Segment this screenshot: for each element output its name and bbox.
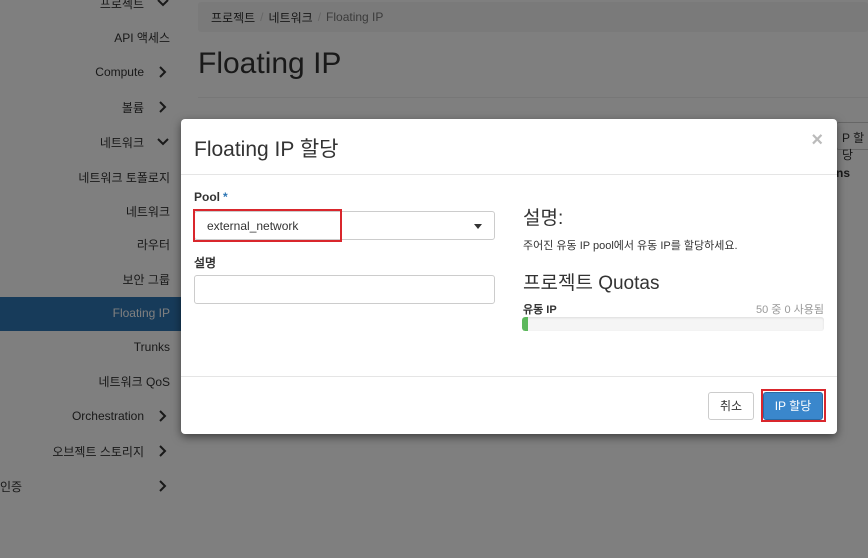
caret-down-icon — [474, 224, 482, 229]
pool-label-text: Pool — [194, 190, 220, 204]
help-heading: 설명: — [523, 208, 564, 229]
pool-highlight-box — [193, 209, 342, 242]
quota-heading: 프로젝트 Quotas — [523, 273, 660, 294]
help-text: 주어진 유동 IP pool에서 유동 IP를 할당하세요. — [523, 240, 738, 252]
allocate-floating-ip-dialog: Floating IP 할당 × Pool * external_network … — [181, 119, 837, 434]
quota-count: 50 중 0 사용됨 — [755, 304, 824, 316]
close-icon[interactable]: × — [811, 129, 823, 152]
pool-label: Pool * — [194, 190, 228, 204]
quota-progress-bar — [522, 317, 824, 331]
quota-label: 유동 IP — [523, 304, 557, 316]
description-label: 설명 — [194, 256, 217, 270]
submit-highlight-box — [761, 389, 826, 422]
description-input[interactable] — [194, 275, 495, 304]
modal-title: Floating IP 할당 — [194, 138, 339, 161]
modal-header: Floating IP 할당 × — [181, 119, 837, 175]
required-asterisk: * — [223, 190, 228, 204]
quota-progress-fill — [522, 317, 529, 331]
modal-footer: 취소 IP 할당 — [181, 376, 837, 434]
cancel-button[interactable]: 취소 — [708, 392, 754, 420]
